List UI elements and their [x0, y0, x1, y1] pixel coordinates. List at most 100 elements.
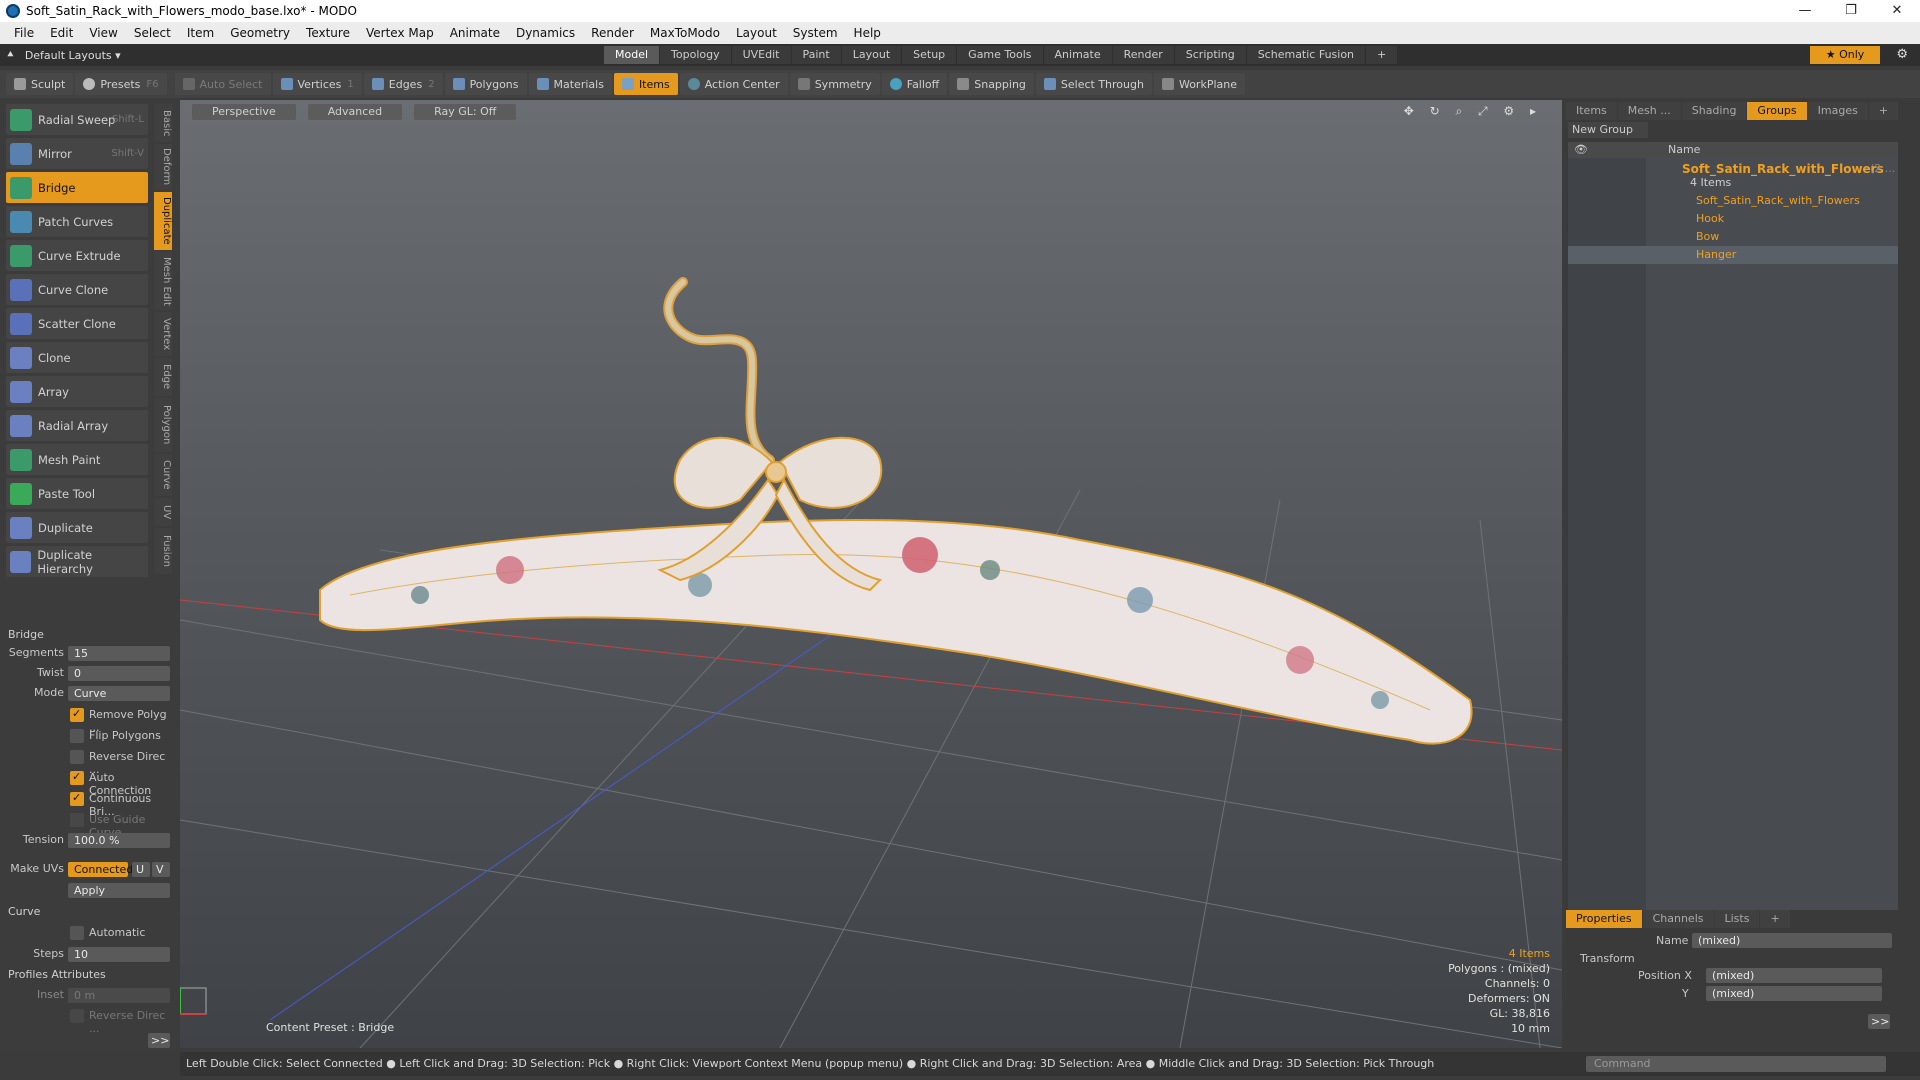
vtab-mesh-edit[interactable]: Mesh Edit: [154, 252, 172, 310]
vtab-duplicate[interactable]: Duplicate: [154, 192, 172, 250]
auto-select-button[interactable]: Auto Select: [174, 73, 271, 95]
tab-render[interactable]: Render: [1112, 46, 1174, 64]
menu-vertex-map[interactable]: Vertex Map: [358, 26, 442, 40]
uv-connected-button[interactable]: Connected: [68, 862, 133, 877]
name-field[interactable]: (mixed): [1692, 933, 1892, 948]
eye-icon[interactable]: 👁: [1574, 142, 1588, 158]
menu-animate[interactable]: Animate: [442, 26, 508, 40]
position-x-field[interactable]: (mixed): [1706, 968, 1882, 983]
symmetry-button[interactable]: Symmetry: [789, 73, 880, 95]
inset-field[interactable]: 0 m: [68, 988, 170, 1003]
tab-paint[interactable]: Paint: [791, 46, 841, 64]
tab-animate[interactable]: Animate: [1043, 46, 1112, 64]
position-y-field[interactable]: (mixed): [1706, 986, 1882, 1001]
menu-layout[interactable]: Layout: [728, 26, 785, 40]
vtab-uv[interactable]: UV: [154, 498, 172, 526]
tool-patch-curves[interactable]: Patch Curves: [6, 206, 148, 237]
tree-item[interactable]: Soft_Satin_Rack_with_Flowers: [1568, 192, 1898, 210]
steps-field[interactable]: 10: [68, 947, 170, 962]
segments-field[interactable]: 15: [68, 646, 170, 661]
tool-radial-sweep[interactable]: Radial Sweep Shift-L: [6, 104, 148, 135]
tab-properties[interactable]: Properties: [1566, 910, 1642, 928]
vtab-fusion[interactable]: Fusion: [154, 528, 172, 574]
items-button[interactable]: Items: [613, 73, 678, 95]
tool-curve-clone[interactable]: Curve Clone: [6, 274, 148, 305]
layout-collapse-icon[interactable]: ⯅: [6, 48, 15, 62]
menu-texture[interactable]: Texture: [298, 26, 358, 40]
vtab-vertex[interactable]: Vertex: [154, 312, 172, 356]
snapping-button[interactable]: Snapping: [949, 73, 1034, 95]
tool-curve-extrude[interactable]: Curve Extrude: [6, 240, 148, 271]
vtab-polygon[interactable]: Polygon: [154, 398, 172, 452]
add-tab-button[interactable]: +: [1366, 46, 1398, 64]
gear-icon[interactable]: ⚙: [1896, 47, 1908, 62]
tab-layout[interactable]: Layout: [841, 46, 902, 64]
tab-mesh[interactable]: Mesh ...: [1617, 102, 1681, 120]
menu-view[interactable]: View: [81, 26, 125, 40]
menu-system[interactable]: System: [785, 26, 846, 40]
tool-duplicate-hierarchy[interactable]: Duplicate Hierarchy: [6, 546, 148, 577]
materials-button[interactable]: Materials: [528, 73, 612, 95]
transform-header[interactable]: Transform: [1580, 952, 1635, 965]
mode-dropdown[interactable]: Curve: [68, 686, 170, 701]
tab-model[interactable]: Model: [604, 46, 660, 64]
3d-viewport[interactable]: Perspective Advanced Ray GL: Off ✥ ↻ ⌕ ⤢…: [180, 100, 1562, 1048]
tab-lists[interactable]: Lists: [1714, 910, 1760, 928]
tool-bridge[interactable]: Bridge: [6, 172, 148, 203]
uv-u-button[interactable]: U: [132, 862, 150, 877]
menu-render[interactable]: Render: [583, 26, 642, 40]
menu-maxtomodo[interactable]: MaxToModo: [642, 26, 728, 40]
tool-mirror[interactable]: Mirror Shift-V: [6, 138, 148, 169]
profile-reverse-checkbox[interactable]: [70, 1009, 84, 1023]
vtab-curve[interactable]: Curve: [154, 454, 172, 496]
tab-uvedit[interactable]: UVEdit: [731, 46, 791, 64]
tool-paste[interactable]: Paste Tool: [6, 478, 148, 509]
vtab-basic[interactable]: Basic: [154, 104, 172, 142]
menu-item[interactable]: Item: [179, 26, 222, 40]
tool-radial-array[interactable]: Radial Array: [6, 410, 148, 441]
flip-polygons-checkbox[interactable]: [70, 729, 84, 743]
menu-dynamics[interactable]: Dynamics: [508, 26, 583, 40]
tool-mesh-paint[interactable]: Mesh Paint: [6, 444, 148, 475]
automatic-checkbox[interactable]: [70, 926, 84, 940]
profiles-section-header[interactable]: Profiles Attributes: [8, 968, 106, 981]
sculpt-button[interactable]: Sculpt: [6, 73, 74, 95]
tool-duplicate[interactable]: Duplicate: [6, 512, 148, 543]
maximize-button[interactable]: ❐: [1828, 0, 1874, 22]
select-through-button[interactable]: Select Through: [1035, 73, 1152, 95]
continuous-bridge-checkbox[interactable]: [70, 791, 84, 806]
edges-button[interactable]: Edges 2: [363, 73, 443, 95]
tab-channels[interactable]: Channels: [1642, 910, 1714, 928]
tab-topology[interactable]: Topology: [660, 46, 731, 64]
falloff-button[interactable]: Falloff: [881, 73, 948, 95]
tab-groups[interactable]: Groups: [1747, 102, 1807, 120]
twist-field[interactable]: 0: [68, 666, 170, 681]
menu-file[interactable]: File: [6, 26, 42, 40]
vertices-button[interactable]: Vertices 1: [272, 73, 362, 95]
tree-item[interactable]: Bow: [1568, 228, 1898, 246]
auto-connection-checkbox[interactable]: [70, 770, 84, 785]
tension-field[interactable]: 100.0 %: [68, 833, 170, 848]
add-props-tab-button[interactable]: +: [1760, 910, 1790, 928]
workplane-button[interactable]: WorkPlane: [1153, 73, 1245, 95]
new-group-button[interactable]: New Group: [1568, 122, 1648, 138]
tab-items[interactable]: Items: [1566, 102, 1617, 120]
command-input[interactable]: Command: [1586, 1056, 1886, 1072]
tool-scatter-clone[interactable]: Scatter Clone: [6, 308, 148, 339]
minimize-button[interactable]: —: [1782, 0, 1828, 22]
expand-props-button[interactable]: >>: [1868, 1014, 1890, 1029]
presets-button[interactable]: Presets F6: [75, 73, 167, 95]
reverse-direction-checkbox[interactable]: [70, 750, 84, 764]
tab-schematic-fusion[interactable]: Schematic Fusion: [1246, 46, 1366, 64]
tool-array[interactable]: Array: [6, 376, 148, 407]
tab-setup[interactable]: Setup: [902, 46, 957, 64]
menu-help[interactable]: Help: [846, 26, 889, 40]
layout-selector[interactable]: Default Layouts ▾: [25, 49, 121, 62]
vtab-edge[interactable]: Edge: [154, 358, 172, 396]
tab-game-tools[interactable]: Game Tools: [957, 46, 1043, 64]
raygl-button[interactable]: Ray GL: Off: [414, 104, 517, 120]
menu-geometry[interactable]: Geometry: [222, 26, 298, 40]
add-panel-tab-button[interactable]: +: [1868, 102, 1899, 120]
tab-shading[interactable]: Shading: [1681, 102, 1747, 120]
only-button[interactable]: ★ Only: [1810, 46, 1880, 64]
